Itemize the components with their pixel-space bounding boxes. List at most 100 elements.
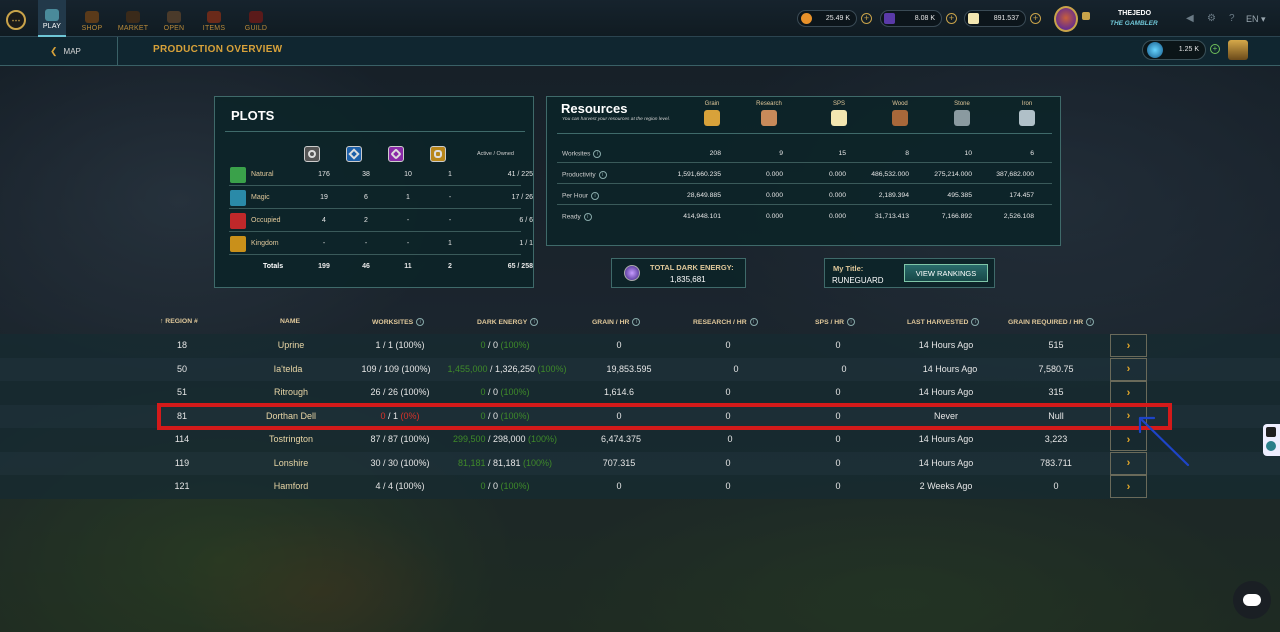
my-title-box: My Title: RUNEGUARD VIEW RANKINGS <box>824 258 995 288</box>
chevron-right-icon: › <box>1126 480 1131 493</box>
chat-button[interactable] <box>1233 581 1271 619</box>
info-icon[interactable]: i <box>416 318 425 326</box>
plots-total-cell: 41 / 225 <box>507 171 533 178</box>
energy-value: 1.25 K <box>1178 46 1199 53</box>
info-icon[interactable]: i <box>971 318 980 326</box>
last-harvested: 14 Hours Ago <box>918 434 974 444</box>
last-harvested: 14 Hours Ago <box>918 340 974 350</box>
game-logo-icon[interactable]: ⋯ <box>6 10 26 30</box>
dark-energy-cell: 0 / 0 (100%) <box>430 340 580 350</box>
research-per-hour: 0 <box>725 387 731 397</box>
info-icon[interactable]: i <box>632 318 641 326</box>
dec-balance: 8.08 K <box>880 10 942 27</box>
worksites-pct: (100%) <box>400 457 430 468</box>
last-harvested: 14 Hours Ago <box>922 363 978 374</box>
info-icon[interactable]: i <box>593 150 602 158</box>
plots-cell: - <box>448 217 452 224</box>
info-icon[interactable]: i <box>847 318 856 326</box>
table-row: 119 Lonshire 30 / 30 (100%) 81,181 / 81,… <box>0 451 1280 475</box>
avatar[interactable] <box>1054 6 1078 32</box>
buy-sps-button[interactable]: + <box>1030 13 1041 24</box>
region-go-button[interactable]: › <box>1110 381 1147 404</box>
side-widget-tab[interactable] <box>1263 424 1280 456</box>
name-header[interactable]: NAME <box>280 318 300 325</box>
grain-required: 783.711 <box>1040 457 1072 468</box>
nav-tab-play[interactable]: PLAY <box>38 0 66 37</box>
region-go-button[interactable]: › <box>1110 334 1147 357</box>
dark-energy-pct: (100%) <box>500 387 530 397</box>
info-icon[interactable]: i <box>583 213 592 221</box>
header-label: LAST HARVESTED <box>907 318 969 326</box>
close-icon[interactable] <box>1266 427 1276 437</box>
dark-energy-label: TOTAL DARK ENERGY: <box>650 263 734 272</box>
resources-panel: Resources You can harvest your resources… <box>546 96 1061 246</box>
info-icon[interactable]: i <box>749 318 758 326</box>
dark-energy-needed: / 0 <box>485 340 501 350</box>
resource-col-research: Research <box>739 101 799 126</box>
grain-required: 7,580.75 <box>1038 363 1074 374</box>
back-to-map-button[interactable]: ❮ MAP <box>0 37 118 66</box>
sps-hr-header[interactable]: SPS / HR i <box>815 318 856 326</box>
username[interactable]: THEJEDO <box>1118 10 1151 17</box>
table-row: 114 Tostrington 87 / 87 (100%) 299,500 /… <box>0 428 1280 452</box>
dec-icon <box>884 13 895 24</box>
research-hr-header[interactable]: RESEARCH / HR i <box>693 318 758 326</box>
header-label: RESEARCH / HR <box>693 318 747 326</box>
plots-cell: 38 <box>362 171 370 178</box>
grain-hr-header[interactable]: GRAIN / HR i <box>592 318 641 326</box>
region-go-button[interactable]: › <box>1110 357 1147 381</box>
language-selector[interactable]: EN ▾ <box>1246 14 1266 25</box>
info-icon[interactable]: i <box>530 318 539 326</box>
region-number: 119 <box>174 457 190 468</box>
plots-total-cell: 65 / 258 <box>507 263 533 270</box>
nav-tab-open[interactable]: OPEN <box>162 0 186 37</box>
user-title: THE GAMBLER <box>1110 20 1158 27</box>
plots-cell: - <box>406 217 410 224</box>
castle-icon[interactable] <box>1228 40 1248 60</box>
nav-tab-guild[interactable]: GUILD <box>243 0 269 37</box>
worksites-pct: (100%) <box>395 481 425 491</box>
research-per-hour: 0 <box>725 481 731 491</box>
plots-cell: 2 <box>448 263 452 270</box>
widget-logo-icon[interactable] <box>1266 441 1276 451</box>
plot-type-common-icon <box>304 146 320 162</box>
dark-energy-value: 1,835,681 <box>670 275 706 284</box>
buy-energy-button[interactable]: + <box>1210 44 1220 54</box>
region-go-button[interactable]: › <box>1110 475 1147 498</box>
dark-energy-header[interactable]: DARK ENERGY i <box>477 318 539 326</box>
table-row: 18 Uprine 1 / 1 (100%) 0 / 0 (100%) 0 0 … <box>0 334 1280 358</box>
sort-region-header[interactable]: ↑ REGION # <box>160 318 198 325</box>
resource-cell: 2,526.108 <box>1003 213 1034 220</box>
gear-icon[interactable]: ⚙ <box>1207 13 1216 24</box>
help-icon[interactable]: ? <box>1229 13 1235 24</box>
sound-icon[interactable]: ◀ <box>1186 13 1194 24</box>
sps-icon <box>968 13 979 24</box>
region-name: Uprine <box>277 340 305 350</box>
resource-col-label: Wood <box>892 101 908 107</box>
plots-cell: - <box>448 194 452 201</box>
last-harvested-header[interactable]: LAST HARVESTED i <box>907 318 980 326</box>
resource-row-label: Productivity <box>562 171 596 179</box>
nav-tab-shop[interactable]: SHOP <box>80 0 104 37</box>
info-icon[interactable]: i <box>598 171 607 179</box>
view-rankings-button[interactable]: VIEW RANKINGS <box>904 264 988 282</box>
play-icon <box>45 9 59 21</box>
info-icon[interactable]: i <box>1086 318 1095 326</box>
plots-cell: 1 <box>448 171 452 178</box>
plots-total-cell: 6 / 6 <box>519 217 533 224</box>
worksites-value: 109 / 109 <box>361 363 399 374</box>
info-icon[interactable]: i <box>591 192 600 200</box>
nav-tab-items[interactable]: ITEMS <box>202 0 226 37</box>
credits-icon <box>801 13 812 24</box>
nav-tab-market[interactable]: MARKET <box>118 0 148 37</box>
plots-cell: 2 <box>364 217 368 224</box>
buy-dec-button[interactable]: + <box>946 13 957 24</box>
page-title: PRODUCTION OVERVIEW <box>153 44 283 55</box>
dark-energy-needed: / 0 <box>485 387 501 397</box>
worksites-header[interactable]: WORKSITES i <box>372 318 425 326</box>
buy-credits-button[interactable]: + <box>861 13 872 24</box>
resource-cell: 6 <box>1030 150 1034 157</box>
dark-energy-cell: 0 / 0 (100%) <box>430 481 580 491</box>
dark-energy-current: 299,500 <box>452 434 486 444</box>
grain-required-header[interactable]: GRAIN REQUIRED / HR i <box>1008 318 1095 326</box>
